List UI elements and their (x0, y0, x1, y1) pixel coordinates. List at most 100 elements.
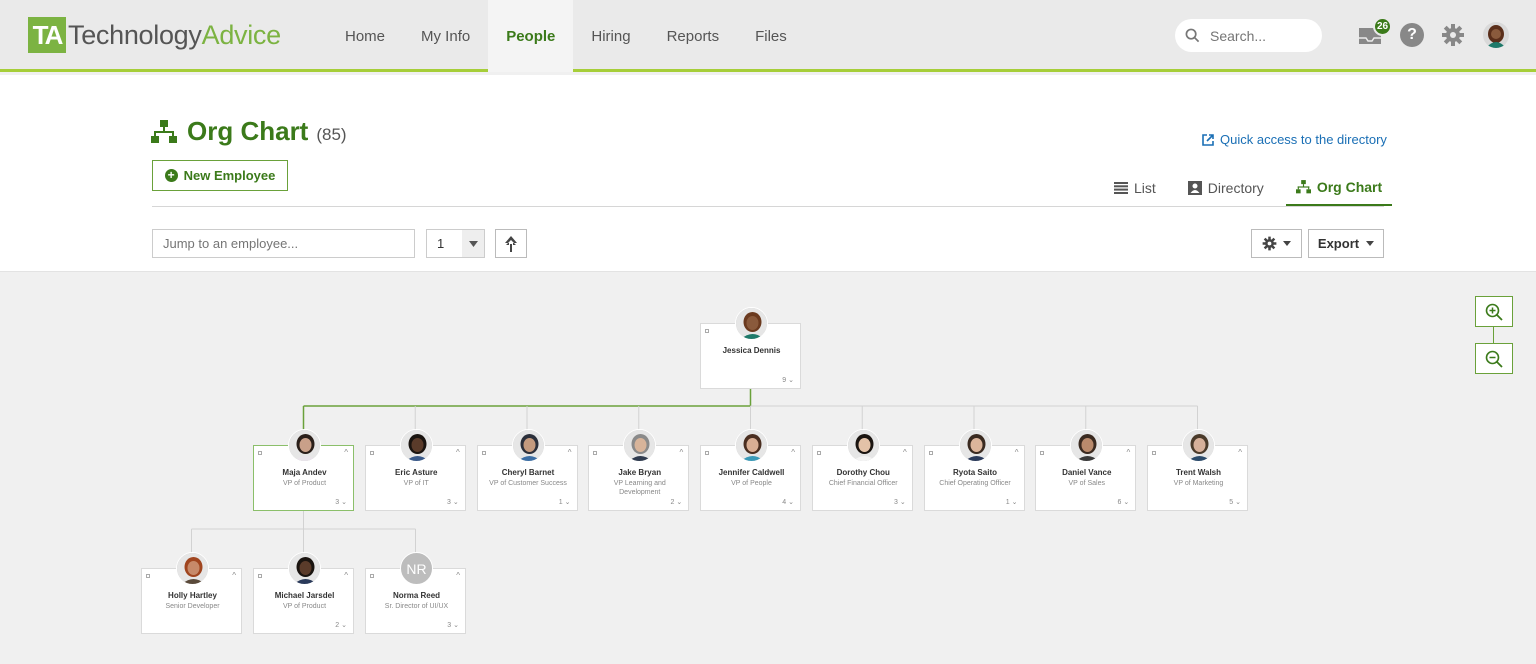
tab-list[interactable]: List (1104, 169, 1166, 206)
card-select-icon[interactable] (481, 451, 486, 455)
zoom-in-button[interactable] (1475, 296, 1513, 327)
employee-name: Daniel Vance (1062, 468, 1112, 477)
direct-reports-count[interactable]: 1 ⌄ (1006, 498, 1018, 506)
direct-reports-count[interactable]: 4 ⌄ (782, 498, 794, 506)
card-select-icon[interactable] (146, 574, 150, 578)
gear-icon (1262, 236, 1277, 251)
direct-reports-count[interactable]: 2 ⌄ (671, 498, 683, 506)
chevron-up-icon[interactable]: ^ (568, 448, 572, 457)
card-select-icon[interactable] (370, 574, 374, 578)
card-select-icon[interactable] (705, 329, 709, 333)
help-icon[interactable]: ? (1400, 23, 1424, 47)
employee-card[interactable]: ^ Holly Hartley Senior Developer (141, 552, 242, 634)
employee-card[interactable]: ^ Cheryl Barnet VP of Customer Success 1 ⌄ (476, 429, 578, 511)
employee-name: Jake Bryan (618, 468, 662, 477)
employee-card[interactable]: ^ Jennifer Caldwell VP of People 4 ⌄ (700, 429, 801, 511)
direct-reports-count[interactable]: 3 ⌄ (894, 498, 906, 506)
nav-item-reports[interactable]: Reports (649, 0, 738, 72)
employee-card[interactable]: ^ Daniel Vance VP of Sales 6 ⌄ (1035, 429, 1137, 511)
tab-org-chart[interactable]: Org Chart (1285, 169, 1393, 206)
quick-access-link[interactable]: Quick access to the directory (1202, 132, 1387, 147)
employee-role: VP of IT (403, 480, 429, 487)
direct-reports-count[interactable]: 3 ⌄ (447, 621, 459, 629)
employee-card[interactable]: ^ Eric Asture VP of IT 3 ⌄ (364, 429, 466, 511)
card-select-icon[interactable] (369, 451, 374, 455)
card-select-icon[interactable] (705, 451, 709, 455)
direct-reports-count[interactable]: 9 ⌄ (782, 376, 794, 384)
level-select[interactable]: 1 (426, 229, 485, 258)
directory-icon (1187, 180, 1208, 195)
chevron-up-icon[interactable]: ^ (1126, 448, 1130, 457)
employee-card[interactable]: ^ Dorothy Chou Chief Financial Officer 3 ⌄ (811, 429, 913, 511)
nav-item-people[interactable]: People (488, 0, 574, 72)
chevron-up-icon[interactable]: ^ (791, 448, 795, 457)
employee-role: Chief Operating Officer (939, 480, 1011, 487)
quick-access-label: Quick access to the directory (1220, 132, 1387, 147)
employee-avatar: NR (400, 552, 433, 585)
card-select-icon[interactable] (258, 574, 262, 578)
chevron-down-icon: ⌄ (897, 499, 906, 506)
direct-reports-count[interactable]: 6 ⌄ (1118, 498, 1130, 506)
chevron-down-icon: ⌄ (674, 499, 683, 506)
card-select-icon[interactable] (1152, 451, 1156, 455)
search-input[interactable] (1210, 27, 1310, 44)
employee-card[interactable]: ^ Michael Jarsdel VP of Product 2 ⌄ (253, 552, 354, 634)
direct-reports-count[interactable]: 2 ⌄ (335, 621, 347, 629)
search-box[interactable] (1175, 19, 1322, 52)
card-select-icon[interactable] (1040, 451, 1045, 455)
card-select-icon[interactable] (816, 451, 821, 455)
employee-avatar (399, 429, 433, 462)
employee-card[interactable]: ^ Ryota Saito Chief Operating Officer 1 ⌄ (923, 429, 1025, 511)
employee-role: Senior Developer (165, 603, 220, 610)
employee-card[interactable]: ^ Trent Walsh VP of Marketing 5 ⌄ (1147, 429, 1248, 511)
card-select-icon[interactable] (258, 451, 262, 455)
org-chart-canvas[interactable]: Jessica Dennis 9 ⌄ ^ Maja Andev VP of Produc… (0, 273, 1536, 664)
settings-button[interactable] (1440, 22, 1466, 48)
direct-reports-count[interactable]: 3 ⌄ (335, 498, 347, 506)
employee-avatar (623, 429, 657, 462)
card-select-icon[interactable] (593, 451, 598, 455)
employee-card[interactable]: ^ Jake Bryan VP Learning and Development 2 … (588, 429, 690, 511)
nav-item-home[interactable]: Home (327, 0, 403, 72)
zoom-out-button[interactable] (1475, 343, 1513, 374)
chevron-up-icon[interactable]: ^ (456, 448, 460, 457)
employee-card[interactable]: Jessica Dennis 9 ⌄ (700, 307, 801, 389)
employee-card[interactable]: ^ Maja Andev VP of Product 3 ⌄ (253, 429, 354, 511)
nav-item-hiring[interactable]: Hiring (573, 0, 648, 72)
chevron-up-icon[interactable]: ^ (344, 448, 348, 457)
chevron-down-icon: ⌄ (1121, 499, 1130, 506)
chart-settings-button[interactable] (1251, 229, 1302, 258)
logo-word-technology: Technology (68, 19, 202, 50)
go-to-top-button[interactable] (495, 229, 527, 258)
chevron-up-icon[interactable]: ^ (903, 448, 907, 457)
employee-name: Michael Jarsdel (274, 591, 335, 600)
gear-icon (1442, 24, 1464, 46)
new-employee-button[interactable]: + New Employee (152, 160, 288, 191)
tab-directory[interactable]: Directory (1178, 169, 1274, 206)
chevron-up-icon[interactable]: ^ (1015, 448, 1019, 457)
chevron-up-icon[interactable]: ^ (344, 571, 348, 580)
jump-to-employee-input[interactable] (152, 229, 415, 258)
export-button[interactable]: Export (1308, 229, 1384, 258)
chevron-up-icon[interactable]: ^ (456, 571, 460, 580)
direct-reports-count[interactable]: 5 ⌄ (1229, 498, 1241, 506)
technologyadvice-logo[interactable]: TA TechnologyAdvice (28, 14, 281, 56)
nav-item-my-info[interactable]: My Info (403, 0, 488, 72)
card-select-icon[interactable] (928, 451, 933, 455)
chevron-up-icon[interactable]: ^ (232, 571, 236, 580)
nav-item-files[interactable]: Files (737, 0, 805, 72)
employee-role: VP of Customer Success (489, 480, 567, 487)
zoom-in-icon (1485, 303, 1503, 321)
chevron-up-icon[interactable]: ^ (1238, 448, 1242, 457)
chevron-down-icon: ⌄ (339, 622, 347, 629)
org-chart-icon (151, 119, 177, 143)
direct-reports-count[interactable]: 1 ⌄ (559, 498, 571, 506)
employee-name: Norma Reed (392, 591, 441, 600)
chevron-down-icon: ⌄ (786, 499, 794, 506)
employee-name: Cheryl Barnet (501, 468, 555, 477)
employee-avatar (288, 552, 321, 585)
chevron-up-icon[interactable]: ^ (679, 448, 683, 457)
direct-reports-count[interactable]: 3 ⌄ (447, 498, 459, 506)
user-avatar[interactable] (1483, 22, 1509, 48)
employee-card[interactable]: NR ^ Norma Reed Sr. Director of UI/UX 3 ⌄ (365, 552, 466, 634)
